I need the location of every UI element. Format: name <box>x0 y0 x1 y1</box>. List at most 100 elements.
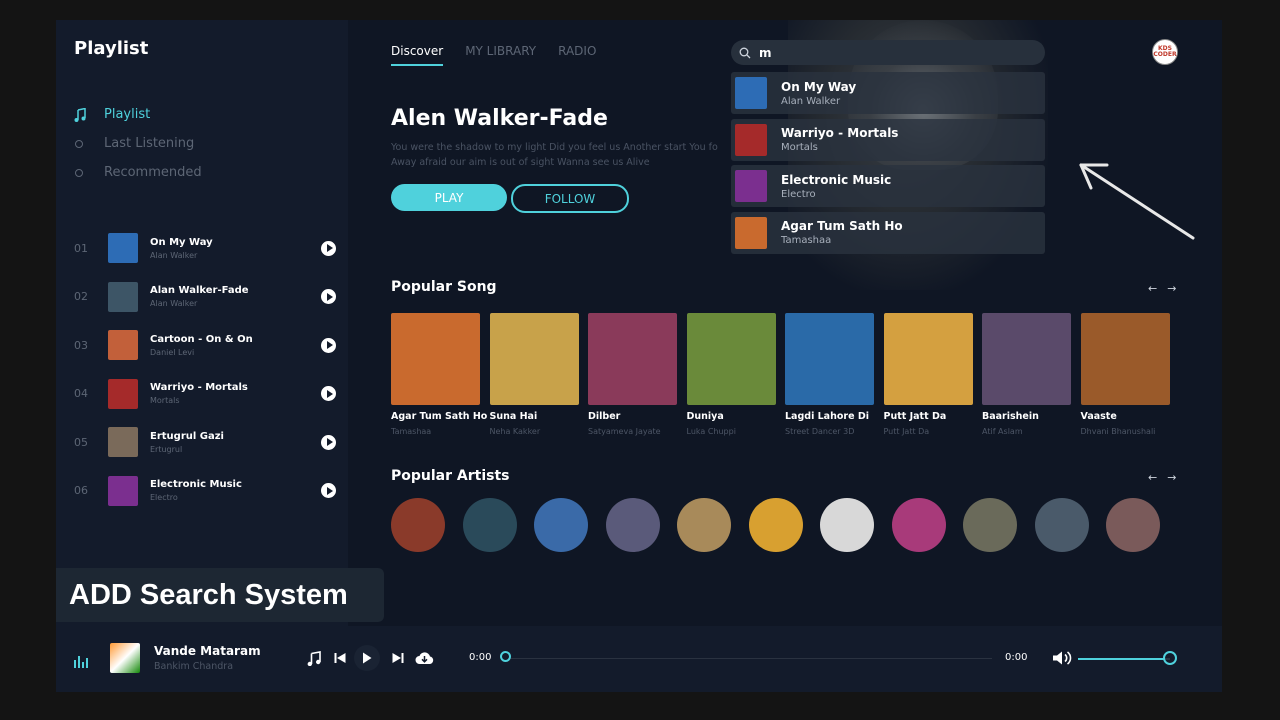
sidebar-nav: Playlist Last Listening Recommended <box>74 100 202 187</box>
song-artist: Atif Aslam <box>982 427 1023 436</box>
nav-item-last-listening[interactable]: Last Listening <box>74 129 202 158</box>
tab-discover[interactable]: Discover <box>391 44 444 66</box>
artist-avatar[interactable] <box>1106 498 1160 552</box>
track-artist: Alan Walker <box>150 250 198 260</box>
track-number: 05 <box>74 435 88 449</box>
play-icon[interactable] <box>321 289 336 305</box>
nav-label: Last Listening <box>104 136 195 151</box>
song-card[interactable]: Baarishein Atif Aslam <box>982 313 1071 443</box>
avatar[interactable]: KDS CODER <box>1152 39 1178 65</box>
song-cover <box>391 313 480 405</box>
track-title: Cartoon - On & On <box>150 333 253 345</box>
artist-avatar[interactable] <box>1034 498 1089 552</box>
result-title: On My Way <box>781 79 857 94</box>
artist-avatar[interactable] <box>820 498 874 552</box>
play-icon[interactable] <box>321 337 336 353</box>
search-result-item[interactable]: Electronic Music Electro <box>731 165 1045 207</box>
search-result-item[interactable]: Warriyo - Mortals Mortals <box>731 118 1045 161</box>
song-cover <box>1080 313 1170 405</box>
search-result-item[interactable]: Agar Tum Sath Ho Tamashaa <box>731 211 1045 254</box>
play-icon[interactable] <box>321 434 336 450</box>
now-playing-cover <box>110 643 140 673</box>
track-row[interactable]: 01 On My Way Alan Walker <box>74 224 336 273</box>
search-bar <box>731 40 1045 65</box>
artist-avatar[interactable] <box>391 498 445 552</box>
nav-item-playlist[interactable]: Playlist <box>74 100 202 129</box>
track-row[interactable]: 04 Warriyo - Mortals Mortals <box>74 370 336 419</box>
popular-song-nav: ← → <box>1148 282 1176 295</box>
artist-avatar[interactable] <box>462 498 517 552</box>
track-row[interactable]: 06 Electronic Music Electro <box>74 467 336 516</box>
arrow-left-icon[interactable]: ← <box>1148 471 1157 484</box>
track-cover <box>108 378 138 409</box>
song-title: Duniya <box>686 411 724 422</box>
song-cover <box>588 313 677 405</box>
artist-avatar[interactable] <box>534 498 588 552</box>
track-artist: Electro <box>150 493 178 503</box>
track-number: 04 <box>74 387 88 401</box>
track-row[interactable]: 05 Ertugrul Gazi Ertugrul <box>74 418 336 467</box>
caption-text: ADD Search System <box>69 578 348 611</box>
song-card[interactable]: Putt Jatt Da Putt Jatt Da <box>883 313 973 443</box>
nav-item-recommended[interactable]: Recommended <box>74 158 202 187</box>
bullet-icon <box>75 139 83 148</box>
artist-avatar[interactable] <box>677 498 731 552</box>
download-icon[interactable] <box>414 648 434 668</box>
playlist-icon[interactable] <box>305 648 323 668</box>
artist-avatar[interactable] <box>963 498 1017 552</box>
search-input[interactable] <box>759 45 1019 60</box>
song-card[interactable]: Suna Hai Neha Kakker <box>489 313 579 443</box>
track-title: On My Way <box>150 236 213 248</box>
follow-button[interactable]: FOLLOW <box>511 184 629 213</box>
song-title: Suna Hai <box>489 411 538 422</box>
total-time: 0:00 <box>1005 652 1028 663</box>
song-card[interactable]: Duniya Luka Chuppi <box>686 313 776 443</box>
volume-knob[interactable] <box>1163 651 1177 665</box>
tab-radio[interactable]: RADIO <box>558 44 596 66</box>
track-cover <box>108 281 138 312</box>
volume-slider[interactable] <box>1078 658 1170 660</box>
progress-bar[interactable] <box>508 658 992 659</box>
arrow-right-icon[interactable]: → <box>1167 471 1176 484</box>
music-note-icon <box>74 107 104 122</box>
artist-avatar[interactable] <box>605 498 660 552</box>
song-card[interactable]: Lagdi Lahore Di Street Dancer 3D <box>785 313 874 443</box>
artist-avatar[interactable] <box>748 498 803 552</box>
now-playing-artist: Bankim Chandra <box>154 661 234 672</box>
caption-banner: ADD Search System <box>56 568 384 622</box>
player-bar: Vande Mataram Bankim Chandra 0:00 0:00 <box>56 626 1222 692</box>
hero-title: Alen Walker-Fade <box>391 106 608 131</box>
play-icon[interactable] <box>321 483 336 499</box>
volume-icon[interactable] <box>1051 648 1073 668</box>
artist-avatar[interactable] <box>891 498 946 552</box>
play-pause-button[interactable] <box>354 645 380 671</box>
song-card[interactable]: Agar Tum Sath Ho Tamashaa <box>391 313 488 443</box>
tab-my-library[interactable]: MY LIBRARY <box>465 44 536 66</box>
track-artist: Ertugrul <box>150 444 183 454</box>
play-icon[interactable] <box>321 386 336 402</box>
result-cover <box>735 216 767 249</box>
avatar-text: CODER <box>1153 51 1177 58</box>
track-cover <box>108 330 138 361</box>
arrow-left-icon[interactable]: ← <box>1148 282 1157 295</box>
track-title: Electronic Music <box>150 479 242 491</box>
song-card[interactable]: Dilber Satyameva Jayate <box>588 313 677 443</box>
track-cover <box>108 427 138 458</box>
nav-label: Recommended <box>104 165 202 180</box>
sidebar-title: Playlist <box>74 38 149 59</box>
play-icon[interactable] <box>321 240 336 256</box>
play-button[interactable]: PLAY <box>391 184 507 211</box>
arrow-right-icon[interactable]: → <box>1167 282 1176 295</box>
song-cover <box>489 313 579 405</box>
track-row[interactable]: 02 Alan Walker-Fade Alan Walker <box>74 273 336 322</box>
song-card[interactable]: Vaaste Dhvani Bhanushali <box>1080 313 1170 443</box>
song-title: Agar Tum Sath Ho <box>391 411 488 422</box>
progress-knob[interactable] <box>500 651 511 662</box>
track-row[interactable]: 03 Cartoon - On & On Daniel Levi <box>74 321 336 370</box>
previous-icon[interactable] <box>332 648 348 668</box>
next-icon[interactable] <box>390 648 406 668</box>
main-content: Discover MY LIBRARY RADIO Alen Walker-Fa… <box>348 20 1222 626</box>
search-result-item[interactable]: On My Way Alan Walker <box>731 72 1045 114</box>
result-cover <box>735 170 767 202</box>
track-artist: Mortals <box>150 396 180 406</box>
